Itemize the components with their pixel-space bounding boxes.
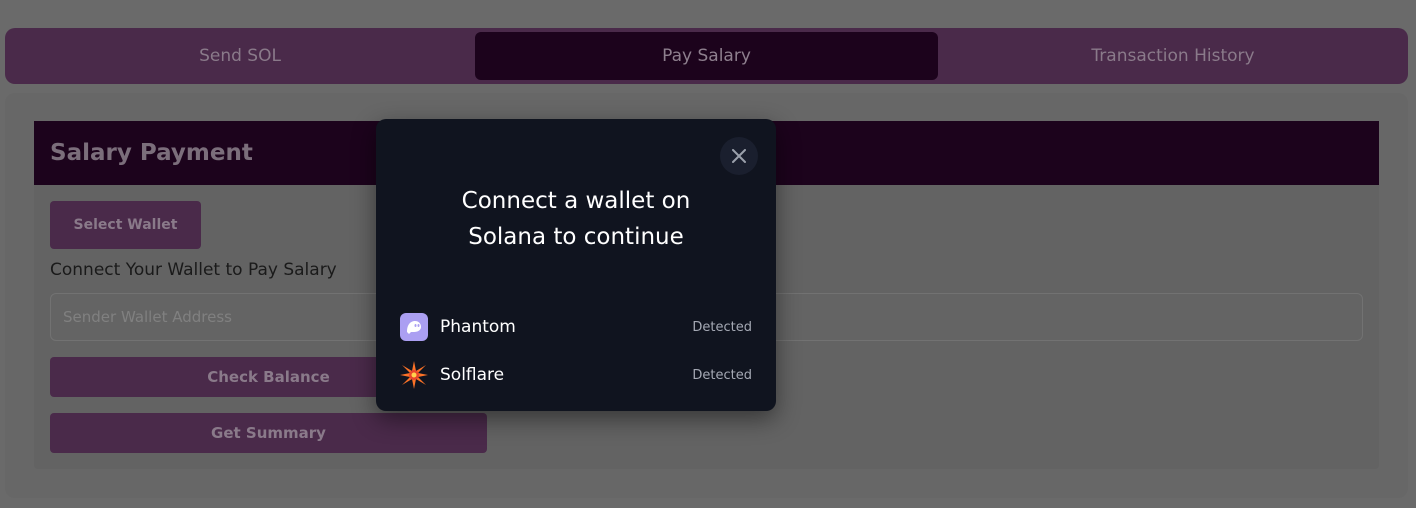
get-summary-button[interactable]: Get Summary (50, 413, 487, 453)
wallet-name: Solflare (440, 365, 505, 385)
select-wallet-button[interactable]: Select Wallet (50, 201, 201, 249)
close-icon (732, 149, 746, 163)
tab-send-sol[interactable]: Send SOL (9, 32, 471, 80)
wallet-status: Detected (692, 319, 752, 335)
wallet-option-solflare[interactable]: Solflare Detected (400, 355, 752, 395)
tab-pay-salary[interactable]: Pay Salary (475, 32, 938, 80)
modal-title-line-2: Solana to continue (468, 224, 684, 250)
wallet-modal: Connect a wallet on Solana to continue P… (376, 119, 776, 411)
tab-bar: Send SOL Pay Salary Transaction History (5, 28, 1408, 84)
connect-wallet-label: Connect Your Wallet to Pay Salary (50, 260, 337, 280)
wallet-status: Detected (692, 367, 752, 383)
close-button[interactable] (720, 137, 758, 175)
modal-title-line-1: Connect a wallet on (461, 188, 691, 214)
modal-title: Connect a wallet on Solana to continue (416, 183, 736, 255)
solflare-icon (400, 361, 428, 389)
phantom-icon (400, 313, 428, 341)
tab-transaction-history[interactable]: Transaction History (942, 32, 1404, 80)
wallet-name: Phantom (440, 317, 516, 337)
wallet-option-phantom[interactable]: Phantom Detected (400, 307, 752, 347)
